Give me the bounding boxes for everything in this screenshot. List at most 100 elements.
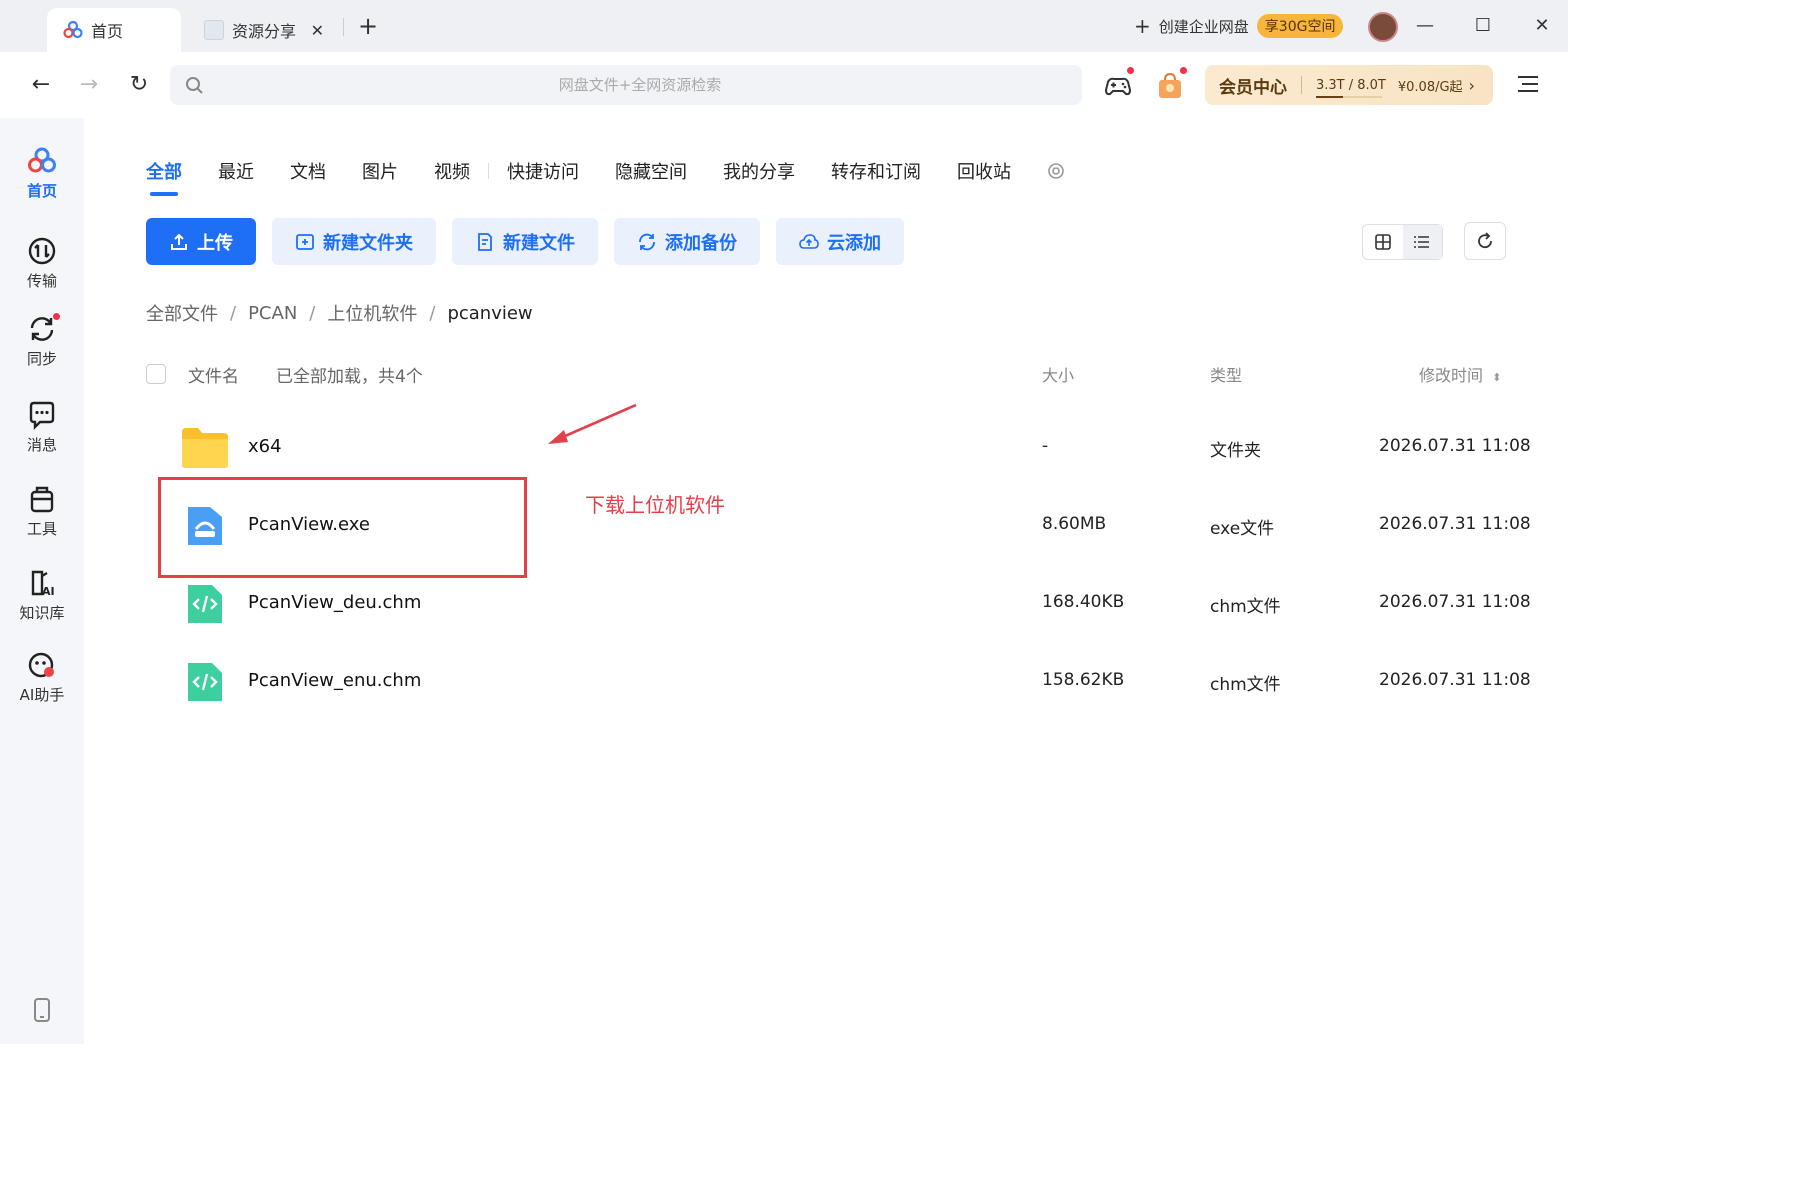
tab-documents[interactable]: 文档: [290, 158, 326, 184]
tab-recent[interactable]: 最近: [218, 158, 254, 184]
tab-all[interactable]: 全部: [146, 158, 182, 196]
sidebar-item-messages[interactable]: 消息: [0, 400, 84, 455]
search-input[interactable]: [210, 65, 1070, 105]
baidu-clover-icon: [63, 20, 83, 39]
tab-quick-access[interactable]: 快捷访问: [507, 158, 579, 184]
settings-icon[interactable]: [1047, 162, 1065, 180]
sidebar-item-tools[interactable]: 工具: [0, 484, 84, 539]
page-icon: [204, 20, 224, 40]
maximize-button[interactable]: ☐: [1468, 12, 1498, 40]
divider: [1301, 76, 1302, 94]
hamburger-icon: [1518, 76, 1538, 92]
gift-button[interactable]: [1154, 66, 1188, 101]
upload-button[interactable]: 上传: [146, 218, 256, 265]
create-enterprise-button[interactable]: + 创建企业网盘 享30G空间: [1134, 12, 1344, 40]
file-name[interactable]: PcanView_deu.chm: [248, 592, 421, 613]
tab-saved-subscriptions[interactable]: 转存和订阅: [831, 158, 921, 184]
tab-label: 首页: [91, 22, 124, 41]
select-all-checkbox[interactable]: [146, 364, 166, 384]
nav-bar: ← → ↻ 会员中心 3.3T / 8.0T ¥0.08: [0, 52, 1568, 118]
file-modified-time: 2026.07.31 11:08: [1379, 436, 1531, 456]
tab-videos[interactable]: 视频: [434, 158, 470, 184]
promo-badge[interactable]: 享30G空间: [1256, 14, 1344, 38]
tab-resource-share[interactable]: 资源分享 ✕: [196, 8, 336, 52]
sidebar-item-sync[interactable]: 同步: [0, 312, 84, 369]
file-size: 168.40KB: [1042, 592, 1125, 612]
tab-hidden-space[interactable]: 隐藏空间: [615, 158, 687, 184]
file-row[interactable]: x64 - 文件夹 2026.07.31 11:08: [146, 408, 1531, 486]
toolbox-icon: [30, 486, 54, 513]
sidebar-item-label: AI助手: [19, 686, 65, 704]
notification-dot: [1126, 66, 1135, 75]
column-modified-time[interactable]: 修改时间 ⬍: [1419, 362, 1501, 386]
column-name[interactable]: 文件名: [188, 362, 239, 387]
sidebar-item-label: 知识库: [19, 604, 65, 622]
file-type: exe文件: [1210, 519, 1275, 539]
create-enterprise-label: 创建企业网盘: [1158, 17, 1249, 36]
storage-progress: [1316, 95, 1382, 98]
title-bar: 首页 资源分享 ✕ + + 创建企业网盘 享30G空间 — ☐ ✕: [0, 0, 1568, 52]
sidebar-item-label: 同步: [26, 350, 57, 368]
tab-recycle-bin[interactable]: 回收站: [957, 158, 1011, 184]
file-type: chm文件: [1210, 675, 1281, 695]
sidebar-item-transfer[interactable]: 传输: [0, 236, 84, 291]
vip-center[interactable]: 会员中心 3.3T / 8.0T ¥0.08/G起 ›: [1205, 65, 1493, 105]
avatar[interactable]: [1368, 12, 1398, 42]
backup-sync-icon: [639, 233, 655, 250]
add-backup-label: 添加备份: [665, 232, 737, 254]
file-modified-time: 2026.07.31 11:08: [1379, 670, 1531, 690]
back-button[interactable]: ←: [26, 70, 56, 100]
storage-text: 3.3T / 8.0T: [1316, 77, 1386, 93]
add-backup-button[interactable]: 添加备份: [614, 218, 760, 265]
storage-usage: 3.3T / 8.0T: [1316, 77, 1386, 98]
file-list-header: 文件名 已全部加载，共4个 大小 类型 修改时间 ⬍: [146, 362, 1506, 388]
list-icon: [1414, 236, 1430, 248]
phone-icon[interactable]: [32, 998, 52, 1022]
file-row[interactable]: PcanView_enu.chm 158.62KB chm文件 2026.07.…: [146, 642, 1531, 720]
divider: [488, 163, 489, 179]
reload-button[interactable]: ↻: [124, 70, 154, 100]
breadcrumb-item[interactable]: 全部文件: [146, 300, 218, 326]
home-clover-icon: [28, 147, 56, 173]
sidebar: 首页 传输 同步 消息 工具 AI 知识库 AI助手: [0, 118, 84, 1044]
forward-button[interactable]: →: [74, 70, 104, 100]
notification-dot: [1179, 66, 1188, 75]
close-window-button[interactable]: ✕: [1527, 12, 1557, 40]
breadcrumb-item[interactable]: PCAN: [248, 303, 297, 324]
tab-images[interactable]: 图片: [362, 158, 398, 184]
new-file-label: 新建文件: [503, 232, 575, 254]
breadcrumb-item[interactable]: 上位机软件: [327, 300, 417, 326]
tab-close-icon[interactable]: ✕: [311, 21, 324, 40]
chevron-right-icon: ›: [1468, 75, 1475, 95]
cloud-add-button[interactable]: 云添加: [776, 218, 904, 265]
tab-label: 资源分享: [232, 22, 297, 41]
menu-button[interactable]: [1514, 70, 1542, 98]
sidebar-item-ai-assistant[interactable]: AI助手: [0, 650, 84, 705]
sidebar-item-label: 首页: [26, 182, 57, 200]
new-tab-button[interactable]: +: [358, 12, 378, 40]
file-name[interactable]: PcanView_enu.chm: [248, 670, 421, 691]
file-modified-time: 2026.07.31 11:08: [1379, 514, 1531, 534]
refresh-button[interactable]: [1464, 222, 1506, 260]
file-name[interactable]: x64: [248, 436, 282, 457]
grid-view-button[interactable]: [1363, 225, 1403, 259]
cloud-add-label: 云添加: [827, 232, 881, 254]
game-button[interactable]: [1102, 66, 1135, 102]
sidebar-item-home[interactable]: 首页: [0, 146, 84, 201]
refresh-icon: [1478, 232, 1492, 249]
column-type[interactable]: 类型: [1210, 362, 1242, 386]
file-type: chm文件: [1210, 597, 1281, 617]
sidebar-item-knowledge[interactable]: AI 知识库: [0, 568, 84, 623]
new-file-button[interactable]: 新建文件: [452, 218, 598, 265]
storage-progress-fill: [1316, 95, 1344, 98]
tab-my-shares[interactable]: 我的分享: [723, 158, 795, 184]
list-view-button[interactable]: [1402, 225, 1442, 259]
sidebar-item-label: 工具: [26, 520, 57, 538]
search-bar[interactable]: [170, 65, 1082, 105]
annotation-arrow-icon: [548, 403, 637, 444]
tab-home[interactable]: 首页: [47, 8, 181, 52]
new-folder-button[interactable]: 新建文件夹: [272, 218, 436, 265]
minimize-button[interactable]: —: [1410, 12, 1440, 40]
column-size[interactable]: 大小: [1042, 362, 1074, 386]
annotation-text: 下载上位机软件: [585, 493, 725, 517]
